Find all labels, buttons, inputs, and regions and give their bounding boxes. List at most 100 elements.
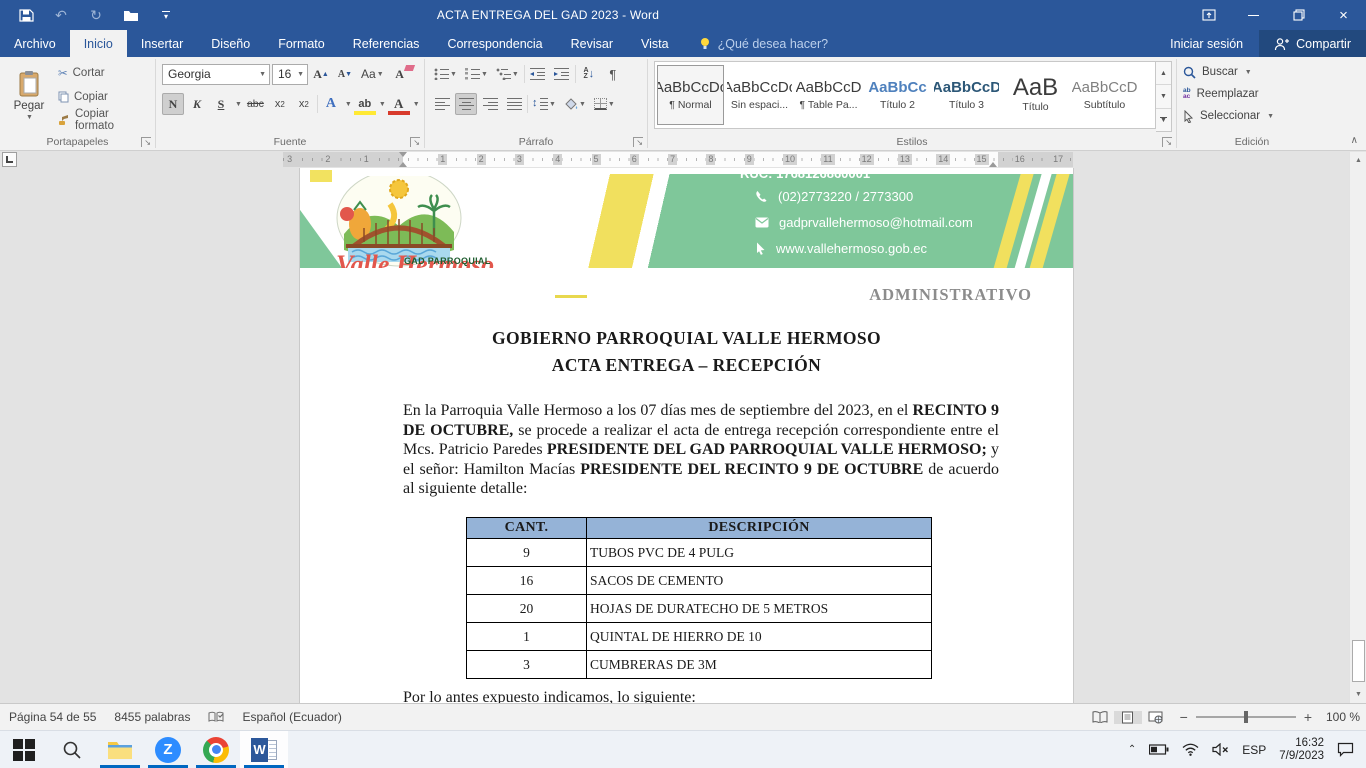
- zoom-slider[interactable]: [1196, 716, 1296, 718]
- text-effects-button[interactable]: A: [320, 93, 342, 115]
- highlight-button[interactable]: ab: [354, 93, 376, 115]
- copy-button[interactable]: Copiar: [58, 87, 151, 107]
- sort-button[interactable]: AZ↓: [578, 63, 600, 85]
- align-right-button[interactable]: [479, 93, 501, 115]
- customize-quick-access-icon[interactable]: ▾: [156, 5, 176, 25]
- font-name-combo[interactable]: Georgia▼: [162, 64, 270, 85]
- right-indent-marker[interactable]: [989, 162, 997, 167]
- select-button[interactable]: Seleccionar▼: [1183, 106, 1323, 126]
- taskbar-chrome[interactable]: [192, 731, 240, 768]
- tab-formato[interactable]: Formato: [264, 30, 339, 57]
- underline-button[interactable]: S: [210, 93, 232, 115]
- open-folder-icon[interactable]: [121, 5, 141, 25]
- scroll-down-icon[interactable]: ▼: [1350, 686, 1366, 703]
- style-table-pa[interactable]: AaBbCcD¶ Table Pa...: [795, 65, 862, 125]
- taskbar-zoom-app[interactable]: Z: [144, 731, 192, 768]
- close-icon[interactable]: ×: [1321, 0, 1366, 30]
- taskbar-file-explorer[interactable]: [96, 731, 144, 768]
- tray-clock[interactable]: 16:32 7/9/2023: [1279, 737, 1324, 763]
- style-ti-tulo-3[interactable]: AaBbCcDTítulo 3: [933, 65, 1000, 125]
- line-spacing-button[interactable]: ▼: [530, 93, 559, 115]
- italic-button[interactable]: K: [186, 93, 208, 115]
- bullets-button[interactable]: ▼: [431, 63, 460, 85]
- style-sin-espaci[interactable]: AaBbCcDcSin espaci...: [726, 65, 793, 125]
- find-button[interactable]: Buscar▼: [1183, 62, 1323, 82]
- wifi-icon[interactable]: [1182, 743, 1199, 756]
- scroll-up-icon[interactable]: ▲: [1350, 152, 1366, 169]
- tab-referencias[interactable]: Referencias: [339, 30, 434, 57]
- save-icon[interactable]: [16, 5, 36, 25]
- hanging-indent-marker[interactable]: [399, 162, 407, 167]
- grow-font-button[interactable]: A▲: [310, 63, 332, 85]
- scrollbar-thumb[interactable]: [1352, 640, 1365, 682]
- undo-icon[interactable]: ↶: [51, 5, 71, 25]
- volume-muted-icon[interactable]: [1212, 743, 1229, 756]
- taskbar-word-active[interactable]: W: [240, 731, 288, 768]
- style-ti-tulo-2[interactable]: AaBbCcTítulo 2: [864, 65, 931, 125]
- increase-indent-button[interactable]: [551, 63, 573, 85]
- numbering-button[interactable]: ▼: [462, 63, 491, 85]
- decrease-indent-button[interactable]: [527, 63, 549, 85]
- collapse-ribbon-icon[interactable]: ∧: [1351, 135, 1358, 146]
- bold-button[interactable]: N: [162, 93, 184, 115]
- shading-button[interactable]: ▼: [561, 93, 589, 115]
- font-color-caret-icon[interactable]: ▼: [413, 101, 420, 108]
- minimize-icon[interactable]: [1231, 0, 1276, 30]
- battery-icon[interactable]: [1149, 744, 1169, 755]
- paste-button[interactable]: Pegar ▼: [6, 61, 52, 129]
- clear-formatting-button[interactable]: A: [389, 63, 411, 85]
- tab-archivo[interactable]: Archivo: [0, 30, 70, 57]
- styles-scroll-down-icon[interactable]: ▼: [1156, 85, 1171, 108]
- justify-button[interactable]: [503, 93, 525, 115]
- zoom-slider-thumb[interactable]: [1244, 711, 1248, 723]
- tray-language[interactable]: ESP: [1242, 743, 1266, 757]
- word-count-status[interactable]: 8455 palabras: [105, 704, 199, 730]
- highlight-caret-icon[interactable]: ▼: [379, 101, 386, 108]
- styles-scroll-up-icon[interactable]: ▲: [1156, 62, 1171, 85]
- first-line-indent-marker[interactable]: [399, 152, 407, 157]
- tab-revisar[interactable]: Revisar: [557, 30, 627, 57]
- restore-icon[interactable]: [1276, 0, 1321, 30]
- show-paragraph-marks-button[interactable]: ¶: [602, 63, 624, 85]
- tab-insertar[interactable]: Insertar: [127, 30, 197, 57]
- ribbon-display-options-icon[interactable]: [1186, 0, 1231, 30]
- page-count-status[interactable]: Página 54 de 55: [0, 704, 105, 730]
- change-case-button[interactable]: Aa▼: [358, 63, 387, 85]
- sign-in-link[interactable]: Iniciar sesión: [1154, 30, 1259, 57]
- cut-button[interactable]: ✂Cortar: [58, 63, 151, 83]
- document-page[interactable]: Valle Hermoso GAD PARROQUIAL RUC: 176812…: [300, 168, 1073, 703]
- tab-correspondencia[interactable]: Correspondencia: [433, 30, 556, 57]
- web-layout-view-icon[interactable]: [1142, 711, 1170, 724]
- redo-icon[interactable]: ↻: [86, 5, 106, 25]
- tab-inicio[interactable]: Inicio: [70, 30, 127, 57]
- share-button[interactable]: Compartir: [1259, 30, 1366, 57]
- tab-vista[interactable]: Vista: [627, 30, 683, 57]
- language-status[interactable]: Español (Ecuador): [233, 704, 350, 730]
- text-effects-caret-icon[interactable]: ▼: [345, 101, 352, 108]
- multilevel-list-button[interactable]: ▼: [493, 63, 522, 85]
- zoom-in-icon[interactable]: +: [1304, 709, 1312, 725]
- styles-more-icon[interactable]: ▼: [1156, 109, 1171, 131]
- style-subti-tulo[interactable]: AaBbCcDSubtítulo: [1071, 65, 1138, 125]
- align-left-button[interactable]: [431, 93, 453, 115]
- proofing-status[interactable]: [199, 704, 233, 730]
- align-center-button[interactable]: [455, 93, 477, 115]
- read-mode-view-icon[interactable]: [1086, 711, 1114, 723]
- borders-button[interactable]: ▼: [591, 93, 618, 115]
- tab-stop-selector[interactable]: [2, 152, 17, 167]
- font-size-combo[interactable]: 16▼: [272, 64, 308, 85]
- tell-me-box[interactable]: ¿Qué desea hacer?: [683, 30, 845, 57]
- zoom-out-icon[interactable]: −: [1180, 709, 1188, 725]
- superscript-button[interactable]: x2: [293, 93, 315, 115]
- print-layout-view-icon[interactable]: [1114, 711, 1142, 724]
- tab-diseno[interactable]: Diseño: [197, 30, 264, 57]
- font-color-button[interactable]: A: [388, 93, 410, 115]
- strikethrough-button[interactable]: abc: [244, 93, 267, 115]
- taskbar-search-button[interactable]: [48, 731, 96, 768]
- format-painter-button[interactable]: Copiar formato: [58, 110, 151, 130]
- shrink-font-button[interactable]: A▼: [334, 63, 356, 85]
- replace-button[interactable]: abac Reemplazar: [1183, 84, 1323, 104]
- action-center-icon[interactable]: [1337, 742, 1354, 757]
- subscript-button[interactable]: x2: [269, 93, 291, 115]
- style-normal[interactable]: AaBbCcDc¶ Normal: [657, 65, 724, 125]
